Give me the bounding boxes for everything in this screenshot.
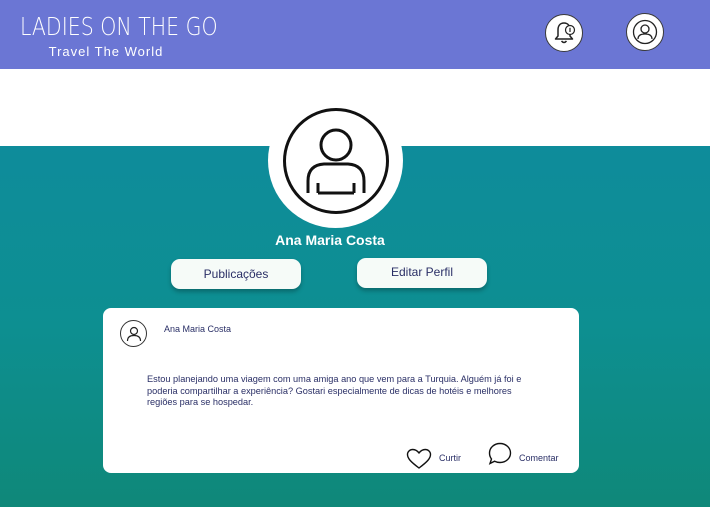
brand-logo[interactable]: LADIES ON THE GO Travel The World [20,12,218,59]
user-menu-button[interactable] [626,13,664,51]
user-icon [126,326,141,341]
user-icon [632,19,658,45]
brand-title: LADIES ON THE GO [20,12,218,41]
profile-name: Ana Maria Costa [275,232,385,248]
post-author-name[interactable]: Ana Maria Costa [164,324,231,334]
user-icon [306,128,365,194]
top-header: LADIES ON THE GO Travel The World [0,0,710,69]
bell-icon [554,22,576,44]
tab-publicacoes[interactable]: Publicações [171,259,301,289]
post-author-avatar[interactable] [120,320,147,347]
like-label[interactable]: Curtir [439,453,461,463]
comment-label[interactable]: Comentar [519,453,559,463]
edit-profile-button[interactable]: Editar Perfil [357,258,487,288]
brand-subtitle: Travel The World [48,44,164,59]
post-text: Estou planejando uma viagem com uma amig… [147,374,522,407]
comment-icon[interactable] [487,441,513,467]
notifications-button[interactable] [545,14,583,52]
heart-icon[interactable] [405,447,433,471]
profile-avatar[interactable] [268,93,403,228]
post-card: Ana Maria Costa Estou planejando uma via… [103,308,579,473]
